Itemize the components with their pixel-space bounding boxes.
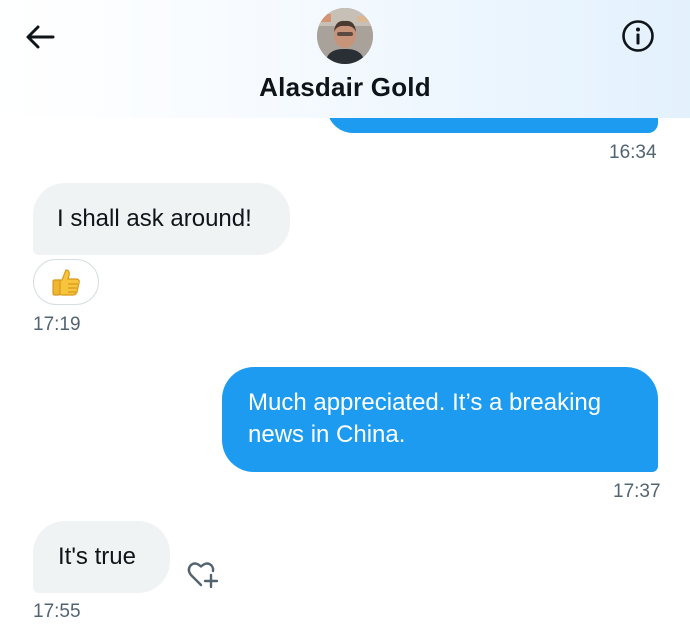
- message-text: I shall ask around!: [57, 205, 252, 232]
- add-reaction-button[interactable]: [184, 556, 222, 592]
- message-text: It's true: [58, 543, 136, 570]
- message-reaction[interactable]: [33, 259, 99, 305]
- message-timestamp: 17:19: [33, 314, 81, 335]
- arrow-left-icon: [26, 25, 55, 49]
- message-timestamp: 17:55: [33, 601, 81, 622]
- back-button[interactable]: [20, 20, 60, 54]
- contact-avatar[interactable]: [317, 8, 373, 64]
- outgoing-message-bubble[interactable]: Much appreciated. It’s a breaking news i…: [222, 367, 658, 472]
- dm-conversation-screen: Alasdair Gold 16:34 I shall ask around! …: [0, 0, 690, 636]
- message-timestamp: 16:34: [609, 142, 657, 163]
- info-icon: [622, 20, 654, 52]
- contact-name[interactable]: Alasdair Gold: [0, 72, 690, 103]
- incoming-message-bubble[interactable]: I shall ask around!: [33, 183, 290, 255]
- message-text-line: Much appreciated. It’s a breaking: [248, 389, 602, 416]
- message-text-line: news in China.: [248, 421, 406, 448]
- conversation-info-button[interactable]: [620, 18, 656, 54]
- avatar-photo: [317, 8, 373, 64]
- incoming-message-bubble[interactable]: It's true: [33, 521, 170, 593]
- conversation-header: Alasdair Gold: [0, 0, 690, 118]
- message-timestamp: 17:37: [613, 481, 661, 502]
- thumbs-up-icon: [52, 269, 80, 296]
- heart-plus-icon: [187, 562, 219, 589]
